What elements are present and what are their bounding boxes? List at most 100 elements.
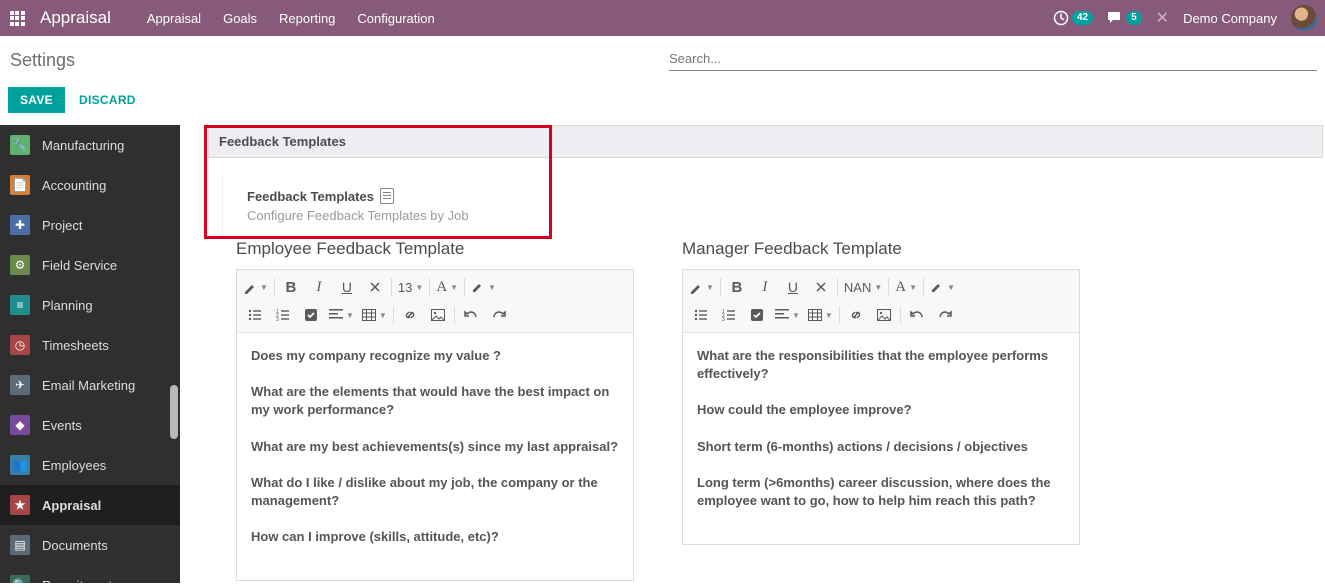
tb-brush[interactable]: ▼ [239, 274, 272, 300]
tb-fontcolor[interactable]: A▼ [432, 274, 462, 300]
tb-underline[interactable]: U [779, 274, 807, 300]
scrollbar-thumb[interactable] [170, 385, 178, 439]
folder-icon: ▤ [10, 535, 30, 555]
sidebar-item-label: Planning [42, 298, 93, 313]
employee-editor-body[interactable]: Does my company recognize my value ?What… [237, 333, 633, 580]
company-name[interactable]: Demo Company [1183, 11, 1277, 26]
sidebar-item-label: Manufacturing [42, 138, 124, 153]
wrench-icon: 🔧 [10, 135, 30, 155]
gears-icon: ⚙ [10, 255, 30, 275]
tb-redo[interactable] [931, 302, 959, 328]
sidebar-item-events[interactable]: ◆Events [0, 405, 180, 445]
tb-bold[interactable]: B [723, 274, 751, 300]
tb-ol[interactable]: 123 [715, 302, 743, 328]
tb-clear-format[interactable] [361, 274, 389, 300]
sidebar-item-accounting[interactable]: 📄Accounting [0, 165, 180, 205]
save-button[interactable]: SAVE [8, 87, 65, 113]
top-navbar: Appraisal Appraisal Goals Reporting Conf… [0, 0, 1325, 36]
sidebar-item-project[interactable]: ✚Project [0, 205, 180, 245]
tb-brush[interactable]: ▼ [685, 274, 718, 300]
chat-icon [1107, 11, 1123, 25]
employee-toolbar: ▼ B I U 13▼ A▼ ▼ 123 [237, 270, 633, 333]
messaging-indicator[interactable]: 5 [1107, 11, 1142, 25]
tb-fontcolor[interactable]: A▼ [891, 274, 921, 300]
settings-sidebar: 🔧 Manufacturing 📄Accounting✚Project⚙Field … [0, 125, 180, 583]
avatar[interactable] [1291, 5, 1317, 31]
svg-text:3: 3 [276, 317, 279, 322]
activity-badge: 42 [1072, 11, 1093, 25]
manager-template: Manager Feedback Template ▼ B I U NAN▼ A… [682, 239, 1080, 581]
tb-bold[interactable]: B [277, 274, 305, 300]
nav-link-goals[interactable]: Goals [223, 11, 257, 26]
tb-table[interactable]: ▼ [804, 302, 837, 328]
sidebar-item-appraisal[interactable]: ★Appraisal [0, 485, 180, 525]
employee-editor: ▼ B I U 13▼ A▼ ▼ 123 [236, 269, 634, 581]
search-icon: 🔍 [10, 575, 30, 583]
tb-link[interactable] [396, 302, 424, 328]
nav-link-reporting[interactable]: Reporting [279, 11, 335, 26]
sidebar-item-timesheets[interactable]: ◷Timesheets [0, 325, 180, 365]
sidebar-item-label: Appraisal [42, 498, 101, 513]
tb-fontsize[interactable]: NAN▼ [840, 274, 886, 300]
sidebar-item-email-marketing[interactable]: ✈Email Marketing [0, 365, 180, 405]
tb-align[interactable]: ▼ [771, 302, 804, 328]
tb-italic[interactable]: I [305, 274, 333, 300]
sidebar-item-recruitment[interactable]: 🔍Recruitment [0, 565, 180, 583]
sidebar-item-field-service[interactable]: ⚙Field Service [0, 245, 180, 285]
tb-checklist[interactable] [743, 302, 771, 328]
tb-ul[interactable] [241, 302, 269, 328]
sidebar-item-manufacturing[interactable]: 🔧 Manufacturing [0, 125, 180, 165]
settings-content: Feedback Templates Feedback Templates Co… [180, 125, 1325, 583]
tb-link[interactable] [842, 302, 870, 328]
body-row: 🔧 Manufacturing 📄Accounting✚Project⚙Field … [0, 125, 1325, 583]
doc-icon: 📄 [10, 175, 30, 195]
tb-italic[interactable]: I [751, 274, 779, 300]
tb-image[interactable] [870, 302, 898, 328]
sidebar-item-employees[interactable]: 👥Employees [0, 445, 180, 485]
tb-undo[interactable] [903, 302, 931, 328]
activity-indicator[interactable]: 42 [1053, 10, 1093, 26]
employee-template-title: Employee Feedback Template [236, 239, 634, 259]
clipboard-icon[interactable] [380, 188, 394, 204]
nav-right: 42 5 ✕ Demo Company [1053, 5, 1317, 31]
discard-button[interactable]: DISCARD [79, 93, 136, 107]
page-title: Settings [10, 50, 75, 71]
manager-toolbar: ▼ B I U NAN▼ A▼ ▼ 12 [683, 270, 1079, 333]
question-text: Short term (6-months) actions / decision… [697, 438, 1065, 456]
nav-links: Appraisal Goals Reporting Configuration [147, 11, 435, 26]
app-brand[interactable]: Appraisal [40, 8, 111, 28]
tb-image[interactable] [424, 302, 452, 328]
sub-header: Settings [0, 36, 1325, 79]
manager-editor-body[interactable]: What are the responsibilities that the e… [683, 333, 1079, 544]
question-text: What are my best achievements(s) since m… [251, 438, 619, 456]
list-icon: ≡ [10, 295, 30, 315]
apps-icon[interactable] [8, 9, 26, 27]
tb-ol[interactable]: 123 [269, 302, 297, 328]
ticket-icon: ◆ [10, 415, 30, 435]
tb-highlight[interactable]: ▼ [926, 274, 959, 300]
nav-link-appraisal[interactable]: Appraisal [147, 11, 201, 26]
sidebar-item-documents[interactable]: ▤Documents [0, 525, 180, 565]
tb-fontsize[interactable]: 13▼ [394, 274, 427, 300]
tb-table[interactable]: ▼ [358, 302, 391, 328]
close-icon[interactable]: ✕ [1156, 8, 1169, 28]
sidebar-item-planning[interactable]: ≡ Planning [0, 285, 180, 325]
tb-ul[interactable] [687, 302, 715, 328]
question-text: What are the responsibilities that the e… [697, 347, 1065, 383]
tb-underline[interactable]: U [333, 274, 361, 300]
tb-redo[interactable] [485, 302, 513, 328]
tb-checklist[interactable] [297, 302, 325, 328]
question-text: How can I improve (skills, attitude, etc… [251, 528, 619, 546]
tb-undo[interactable] [457, 302, 485, 328]
templates-row: Employee Feedback Template ▼ B I U 13▼ A… [236, 239, 1325, 581]
search-input[interactable] [669, 51, 1317, 66]
sidebar-item-label: Email Marketing [42, 378, 135, 393]
clock-icon [1053, 10, 1069, 26]
manager-editor: ▼ B I U NAN▼ A▼ ▼ 12 [682, 269, 1080, 545]
sidebar-item-label: Employees [42, 458, 106, 473]
question-text: What are the elements that would have th… [251, 383, 619, 419]
nav-link-configuration[interactable]: Configuration [357, 11, 434, 26]
tb-highlight[interactable]: ▼ [467, 274, 500, 300]
tb-align[interactable]: ▼ [325, 302, 358, 328]
tb-clear-format[interactable] [807, 274, 835, 300]
